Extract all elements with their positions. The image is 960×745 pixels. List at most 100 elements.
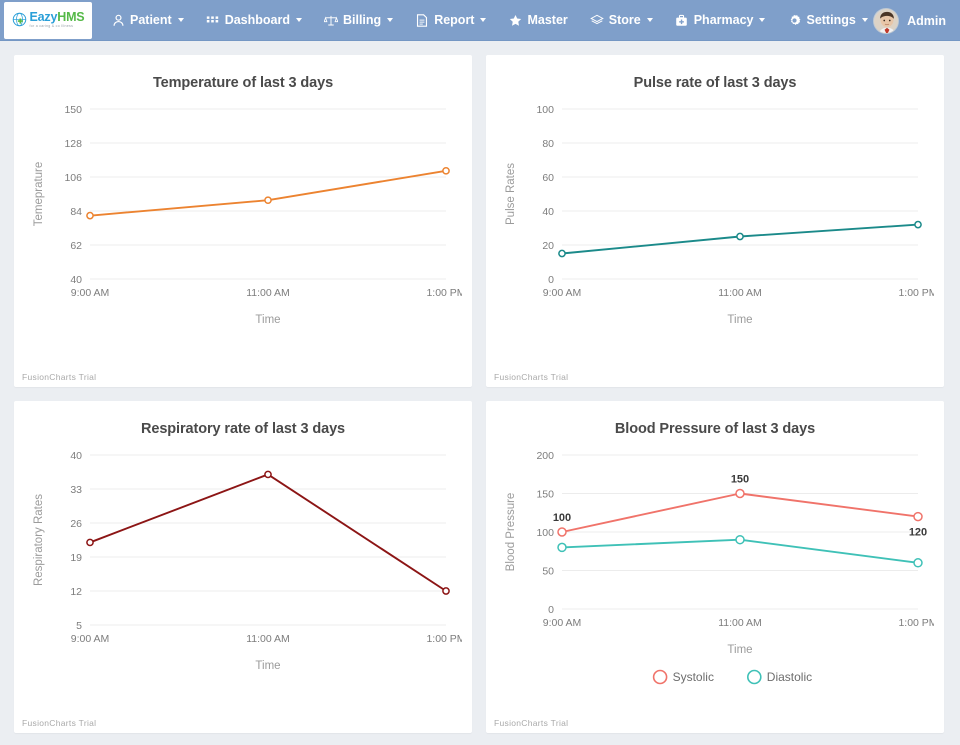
svg-text:33: 33 — [70, 484, 82, 496]
svg-text:11:00 AM: 11:00 AM — [718, 617, 762, 629]
nav-item-billing[interactable]: Billing — [313, 3, 404, 37]
svg-text:128: 128 — [64, 138, 82, 150]
svg-text:20: 20 — [542, 240, 554, 252]
chevron-down-icon — [296, 18, 302, 22]
star-icon — [508, 13, 522, 27]
fusioncharts-watermark: FusionCharts Trial — [22, 718, 96, 728]
nav-item-patient[interactable]: Patient — [100, 3, 195, 37]
svg-text:1:00 PM: 1:00 PM — [426, 287, 462, 299]
globe-cross-icon — [12, 12, 28, 28]
svg-text:100: 100 — [536, 104, 554, 116]
svg-text:100: 100 — [536, 527, 554, 539]
fusioncharts-watermark: FusionCharts Trial — [22, 372, 96, 382]
svg-text:9:00 AM: 9:00 AM — [71, 287, 110, 299]
chevron-down-icon — [862, 18, 868, 22]
nav-item-dashboard[interactable]: Dashboard — [195, 3, 313, 37]
chart-plot-area: 40 62 84 106 128 150 Temeprature 9:00 AM 11:00 A… — [24, 91, 462, 359]
chevron-down-icon — [759, 18, 765, 22]
brand-name-primary: Eazy — [30, 10, 58, 24]
svg-text:1:00 PM: 1:00 PM — [898, 617, 934, 629]
svg-text:12: 12 — [70, 586, 82, 598]
svg-text:40: 40 — [70, 274, 82, 286]
svg-text:Time: Time — [727, 644, 752, 656]
chart-title: Blood Pressure of last 3 days — [496, 421, 934, 437]
chevron-down-icon — [178, 18, 184, 22]
svg-text:26: 26 — [70, 518, 82, 530]
svg-text:9:00 AM: 9:00 AM — [543, 287, 582, 299]
brand-tagline: for a caring & co Illness — [30, 25, 85, 29]
svg-text:11:00 AM: 11:00 AM — [718, 287, 762, 299]
svg-text:Blood Pressure: Blood Pressure — [505, 493, 517, 572]
charts-row-1: Temperature of last 3 days 40 62 84 106 128 1… — [14, 55, 946, 387]
svg-text:150: 150 — [731, 474, 749, 486]
nav-item-report[interactable]: Report — [404, 3, 497, 37]
nav-item-label: Store — [609, 13, 641, 27]
svg-text:Diastolic: Diastolic — [767, 670, 812, 684]
svg-text:19: 19 — [70, 552, 82, 564]
scales-icon — [324, 13, 338, 27]
fusioncharts-watermark: FusionCharts Trial — [494, 718, 568, 728]
nav-item-pharmacy[interactable]: Pharmacy — [664, 3, 777, 37]
svg-text:5: 5 — [76, 620, 82, 632]
chart-title: Pulse rate of last 3 days — [496, 75, 934, 91]
svg-text:Temeprature: Temeprature — [33, 162, 45, 227]
svg-text:120: 120 — [909, 527, 927, 539]
nav-item-label: Pharmacy — [694, 13, 754, 27]
svg-text:106: 106 — [64, 172, 82, 184]
svg-text:9:00 AM: 9:00 AM — [543, 617, 582, 629]
chevron-down-icon — [647, 18, 653, 22]
svg-text:50: 50 — [542, 565, 554, 577]
chart-card-temperature: Temperature of last 3 days 40 62 84 106 128 1… — [14, 55, 472, 387]
grid-icon — [206, 13, 220, 27]
svg-text:150: 150 — [536, 488, 554, 500]
nav-item-label: Patient — [130, 13, 172, 27]
nav-item-label: Settings — [806, 13, 855, 27]
gear-icon — [787, 13, 801, 27]
svg-text:11:00 AM: 11:00 AM — [246, 633, 290, 645]
top-navbar: EazyHMS for a caring & co Illness Patien… — [0, 0, 960, 41]
dashboard-content: Temperature of last 3 days 40 62 84 106 128 1… — [0, 41, 960, 733]
chevron-down-icon — [480, 18, 486, 22]
svg-text:84: 84 — [70, 206, 82, 218]
svg-text:Systolic: Systolic — [673, 670, 714, 684]
svg-text:Time: Time — [255, 314, 280, 326]
svg-text:0: 0 — [548, 274, 554, 286]
layers-icon — [590, 13, 604, 27]
charts-row-2: Respiratory rate of last 3 days 5 12 19 26 3… — [14, 401, 946, 733]
chart-plot-area: 51219263340Respiratory Rates9:00 AM11:00… — [24, 437, 462, 705]
svg-text:Pulse Rates: Pulse Rates — [505, 163, 517, 225]
chart-card-pulse-rate: Pulse rate of last 3 days 020406080100Pu… — [486, 55, 944, 387]
svg-text:200: 200 — [536, 450, 554, 462]
svg-text:11:00 AM: 11:00 AM — [246, 287, 290, 299]
brand-logo[interactable]: EazyHMS for a caring & co Illness — [4, 2, 92, 39]
nav-item-store[interactable]: Store — [579, 3, 664, 37]
chevron-down-icon — [387, 18, 393, 22]
svg-text:62: 62 — [70, 240, 82, 252]
svg-text:40: 40 — [70, 450, 82, 462]
chart-title: Respiratory rate of last 3 days — [24, 421, 462, 437]
nav-item-label: Master — [527, 13, 567, 27]
nav-item-settings[interactable]: Settings — [776, 3, 878, 37]
user-menu[interactable]: Admin — [873, 0, 946, 41]
svg-text:100: 100 — [553, 512, 571, 524]
nav-item-label: Billing — [343, 13, 381, 27]
document-icon — [415, 13, 429, 27]
chart-plot-area: 0 50 100 150 200 Blood Pressure 9:00 AM 11:00 A… — [496, 437, 934, 705]
nav-item-label: Dashboard — [225, 13, 290, 27]
svg-text:1:00 PM: 1:00 PM — [426, 633, 462, 645]
svg-text:0: 0 — [548, 604, 554, 616]
chart-plot-area: 020406080100Pulse Rates9:00 AM11:00 AM1:… — [496, 91, 934, 359]
chart-card-respiratory-rate: Respiratory rate of last 3 days 5 12 19 26 3… — [14, 401, 472, 733]
chart-card-blood-pressure: Blood Pressure of last 3 days 0 50 100 150 2… — [486, 401, 944, 733]
medical-bag-icon — [675, 13, 689, 27]
svg-text:1:00 PM: 1:00 PM — [898, 287, 934, 299]
chart-title: Temperature of last 3 days — [24, 75, 462, 91]
fusioncharts-watermark: FusionCharts Trial — [494, 372, 568, 382]
svg-text:9:00 AM: 9:00 AM — [71, 633, 110, 645]
user-name-label: Admin — [907, 14, 946, 28]
svg-text:40: 40 — [542, 206, 554, 218]
nav-item-master[interactable]: Master — [497, 3, 578, 37]
svg-text:150: 150 — [64, 104, 82, 116]
svg-text:80: 80 — [542, 138, 554, 150]
nav-menu: Patient Dashboard — [100, 3, 879, 37]
